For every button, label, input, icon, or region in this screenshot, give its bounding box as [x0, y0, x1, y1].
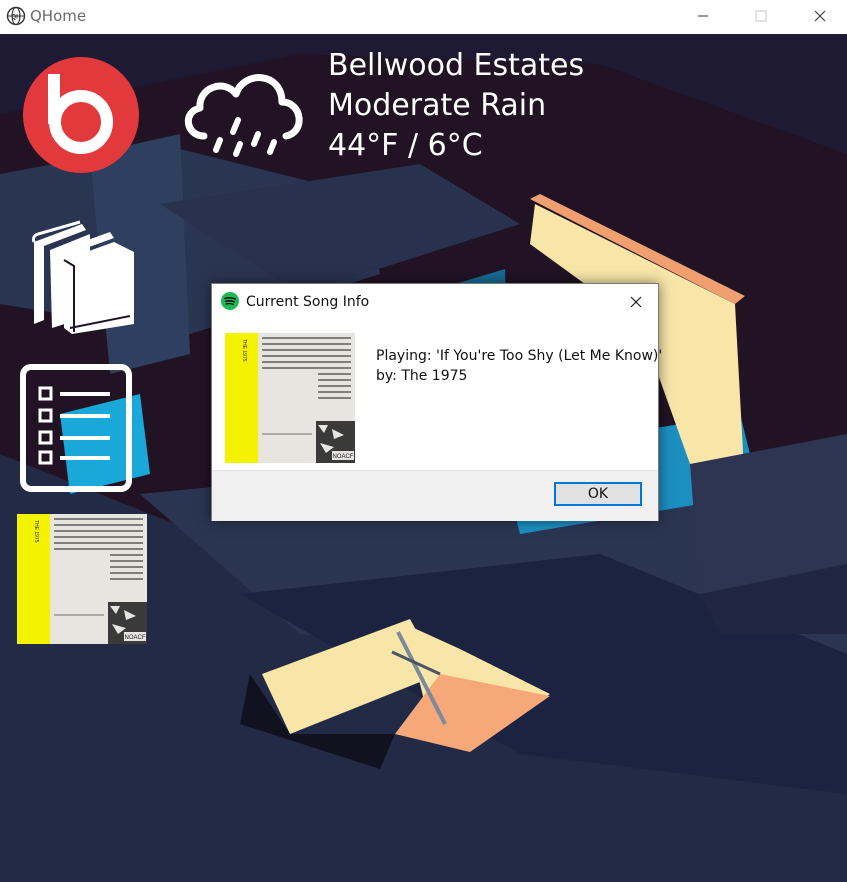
window-titlebar: QH QHome — [0, 0, 847, 34]
weather-condition: Moderate Rain — [328, 88, 547, 123]
globe-icon: QH — [6, 6, 26, 26]
album-spine-text: THE 1975 — [241, 339, 247, 362]
maximize-button[interactable] — [738, 0, 784, 32]
weather-location: Bellwood Estates — [328, 48, 585, 83]
album-footer-text: NOACF — [125, 635, 146, 641]
dialog-album-cover: THE 1975 NOACF — [225, 333, 355, 463]
dialog-title: Current Song Info — [246, 294, 370, 310]
maximize-icon — [755, 10, 767, 22]
dialog-close-button[interactable] — [620, 288, 652, 316]
album-pattern: NOACF — [50, 514, 147, 644]
spotify-icon — [221, 292, 239, 310]
minimize-icon — [698, 15, 708, 17]
song-info-dialog: Current Song Info THE 1975 NOACF Playing… — [211, 283, 662, 521]
song-playing-line: Playing: 'If You're Too Shy (Let Me Know… — [376, 348, 663, 364]
weather-panel: Bellwood Estates Moderate Rain 44°F / 6°… — [328, 46, 584, 166]
minimize-button[interactable] — [680, 0, 726, 32]
beats-icon[interactable] — [22, 56, 140, 174]
weather-temperature: 44°F / 6°C — [328, 128, 483, 163]
album-spine: THE 1975 — [225, 333, 258, 463]
album-footer-text: NOACF — [333, 454, 354, 460]
song-info-text: Playing: 'If You're Too Shy (Let Me Know… — [376, 346, 662, 386]
album-cover[interactable]: THE 1975 NOACF — [17, 514, 147, 644]
svg-text:QH: QH — [12, 15, 21, 21]
dialog-footer: OK — [212, 470, 658, 521]
album-pattern: NOACF — [258, 333, 355, 463]
album-spine-text: THE 1975 — [33, 520, 39, 543]
album-spine: THE 1975 — [17, 514, 50, 644]
ok-button[interactable]: OK — [554, 482, 642, 506]
close-button[interactable] — [797, 0, 843, 32]
dialog-titlebar: Current Song Info — [212, 284, 658, 320]
close-icon — [814, 10, 826, 22]
books-icon[interactable] — [30, 220, 136, 336]
checklist-icon[interactable] — [20, 364, 132, 492]
song-artist-line: by: The 1975 — [376, 368, 468, 384]
close-icon — [630, 296, 642, 308]
window-title: QHome — [30, 7, 87, 25]
dialog-body: THE 1975 NOACF Playing: 'If You're Too S… — [212, 320, 662, 470]
rain-cloud-icon — [185, 74, 303, 157]
